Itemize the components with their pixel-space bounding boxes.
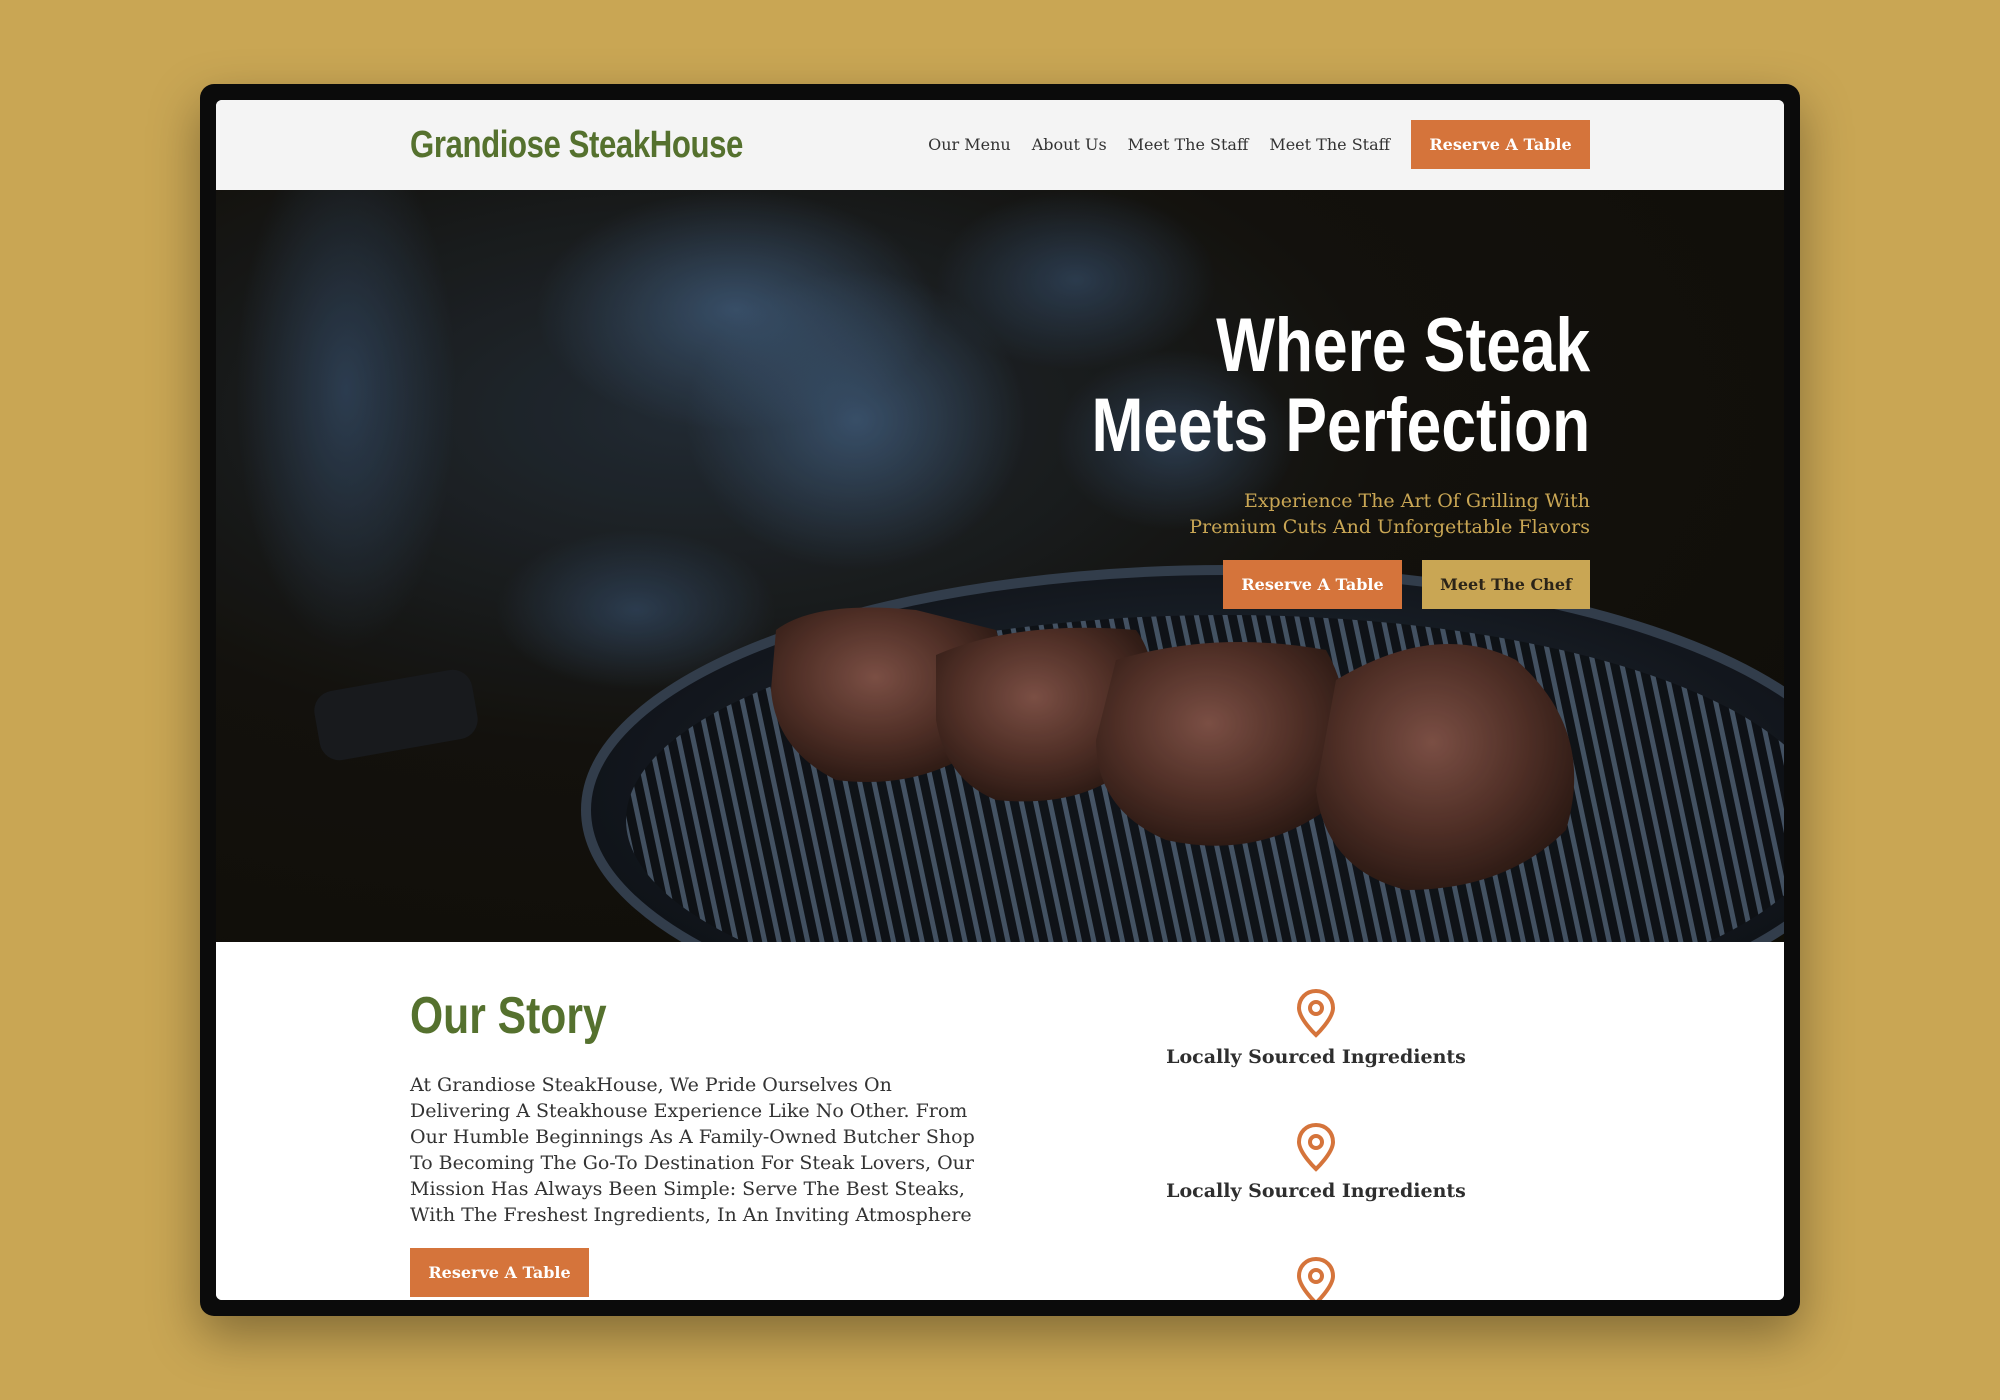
nav-link-meet-the-staff[interactable]: Meet The Staff <box>1128 135 1249 154</box>
hero-subtitle-line-2: Premium Cuts And Unforgettable Flavors <box>1189 516 1590 538</box>
device-frame: Grandiose SteakHouse Our Menu About Us M… <box>200 84 1800 1316</box>
site-header: Grandiose SteakHouse Our Menu About Us M… <box>216 100 1784 190</box>
feature-item: Locally Sourced Ingredients <box>1116 988 1516 1068</box>
reserve-table-hero-button[interactable]: Reserve A Table <box>1223 560 1402 609</box>
feature-item: Locally Sourced Ingredients <box>1116 1122 1516 1202</box>
hero-section: Where Steak Meets Perfection Experience … <box>216 190 1784 942</box>
hero-title-line-2: Meets Perfection <box>1091 383 1590 468</box>
nav-link-meet-the-staff-2[interactable]: Meet The Staff <box>1269 135 1390 154</box>
main-nav: Our Menu About Us Meet The Staff Meet Th… <box>928 120 1590 169</box>
nav-link-about-us[interactable]: About Us <box>1032 135 1107 154</box>
nav-link-our-menu[interactable]: Our Menu <box>928 135 1011 154</box>
story-body: At Grandiose SteakHouse, We Pride Oursel… <box>410 1074 975 1226</box>
meet-the-chef-button[interactable]: Meet The Chef <box>1422 560 1590 609</box>
hero-button-group: Reserve A Table Meet The Chef <box>1223 560 1590 609</box>
our-story-section: Our Story At Grandiose SteakHouse, We Pr… <box>216 942 1784 1300</box>
location-pin-icon <box>1296 1256 1336 1300</box>
feature-label: Locally Sourced Ingredients <box>1166 1046 1466 1068</box>
feature-item <box>1116 1256 1516 1300</box>
hero-subtitle-line-1: Experience The Art Of Grilling With <box>1243 490 1590 512</box>
location-pin-icon <box>1296 988 1336 1038</box>
hero-title: Where Steak Meets Perfection <box>1091 306 1590 466</box>
reserve-table-nav-button[interactable]: Reserve A Table <box>1411 120 1590 169</box>
browser-viewport: Grandiose SteakHouse Our Menu About Us M… <box>216 100 1784 1300</box>
location-pin-icon <box>1296 1122 1336 1172</box>
hero-subtitle: Experience The Art Of Grilling With Prem… <box>1070 488 1590 540</box>
brand-logo[interactable]: Grandiose SteakHouse <box>410 124 743 167</box>
reserve-table-story-button[interactable]: Reserve A Table <box>410 1248 589 1297</box>
hero-title-line-1: Where Steak <box>1215 303 1590 388</box>
feature-label: Locally Sourced Ingredients <box>1166 1180 1466 1202</box>
story-title: Our Story <box>410 987 607 1045</box>
